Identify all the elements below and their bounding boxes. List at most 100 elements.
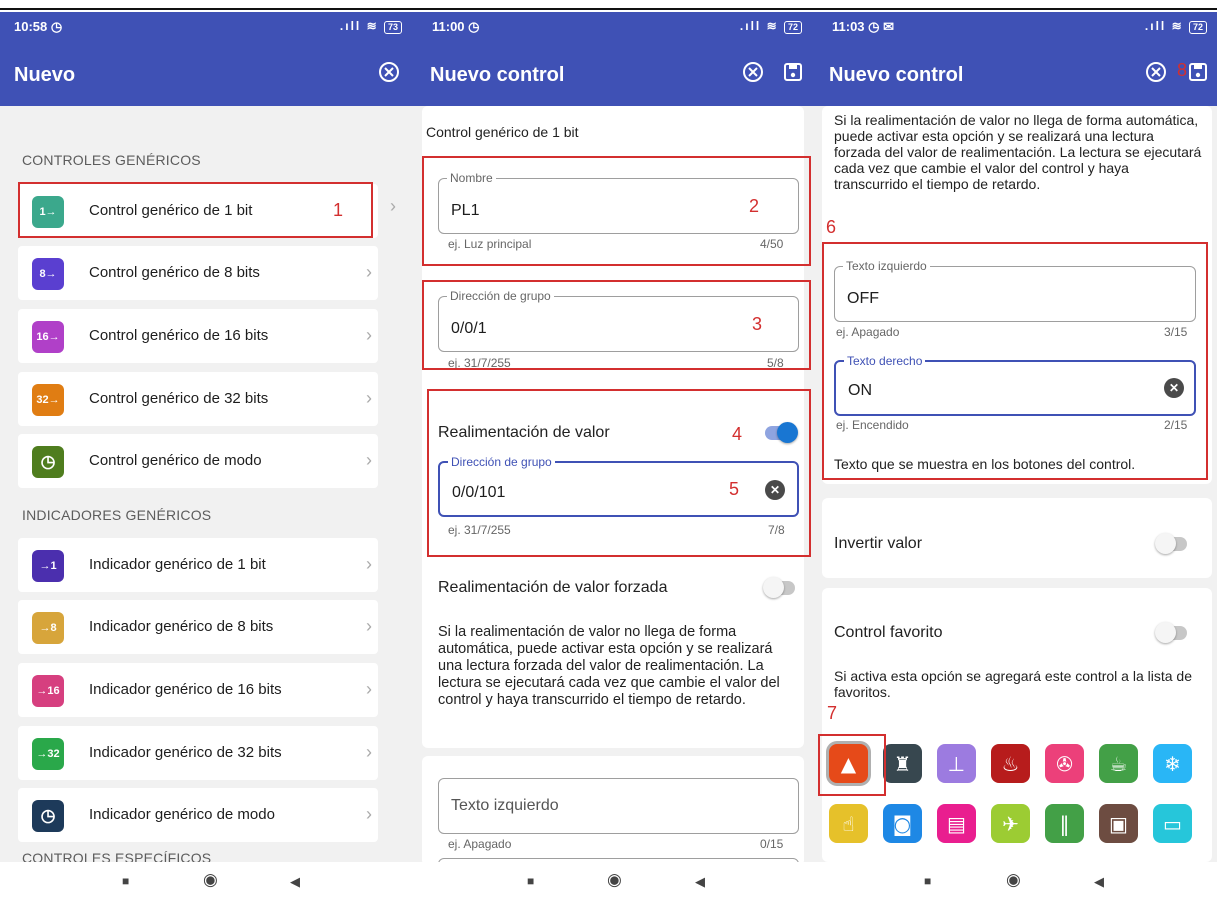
highlight-box-4-5	[427, 389, 811, 557]
system-nav-bar: ■ ◉ ◀	[0, 862, 412, 897]
monitor-icon[interactable]: ▭	[1153, 804, 1192, 843]
dishwasher-icon-glyph: ▣	[1109, 811, 1128, 836]
list-item-control-32bits[interactable]: 32→ Control genérico de 32 bits ›	[18, 372, 378, 426]
screen-new-control-scrolled: 11:03 ◷ ✉ .ıll ≋ 72 Nuevo control 8 Si l…	[812, 12, 1217, 897]
forced-feedback-description: Si la realimentación de valor no llega d…	[438, 624, 780, 708]
list-item-indicator-mode[interactable]: ◷ Indicador genérico de modo ›	[18, 788, 378, 842]
status-icons: .ıll ≋ 72	[740, 19, 802, 34]
favorite-description: Si activa esta opción se agregará este c…	[834, 668, 1192, 700]
fire-icon-glyph: ♨	[1001, 751, 1020, 776]
list-item-indicator-1bit[interactable]: →1 Indicador genérico de 1 bit ›	[18, 538, 378, 592]
close-icon[interactable]	[1143, 59, 1169, 85]
invert-value-toggle[interactable]	[1155, 533, 1187, 554]
list-item-label: Control genérico de 16 bits	[89, 327, 269, 344]
control-type-subtitle: Control genérico de 1 bit	[426, 124, 579, 140]
status-icons: .ıll ≋ 72	[1145, 19, 1207, 34]
monitor-icon-glyph: ▭	[1163, 811, 1182, 836]
status-time: 10:58 ◷	[14, 19, 63, 34]
left-text-field[interactable]: Texto izquierdo	[438, 778, 799, 834]
marker-5: 5	[729, 479, 740, 499]
awning-icon[interactable]: ▤	[937, 804, 976, 843]
list-item-control-mode[interactable]: ◷ Control genérico de modo ›	[18, 434, 378, 488]
highlight-box-7	[818, 734, 886, 796]
list-item-control-8bits[interactable]: 8→ Control genérico de 8 bits ›	[18, 246, 378, 300]
control-32bits-icon: 32→	[32, 384, 64, 416]
left-text-counter: 0/15	[760, 837, 784, 851]
dial-icon: ◷	[32, 800, 64, 832]
chevron-right-icon: ›	[366, 616, 372, 636]
save-icon[interactable]	[1185, 59, 1211, 85]
sprinkler-icon-glyph: ✈	[1002, 811, 1019, 836]
list-item-control-16bits[interactable]: 16→ Control genérico de 16 bits ›	[18, 309, 378, 363]
home-icon[interactable]: ◉	[203, 870, 218, 890]
section-header-generic-controls: CONTROLES GENÉRICOS	[22, 152, 201, 168]
list-item-label: Indicador genérico de modo	[89, 806, 275, 823]
washing-machine-icon[interactable]: ◙	[883, 804, 922, 843]
coffee-machine-icon[interactable]: ☕	[1099, 744, 1138, 783]
back-icon[interactable]: ◀	[695, 874, 705, 890]
blinds-icon[interactable]: ‖	[1045, 804, 1084, 843]
recents-icon[interactable]: ■	[122, 874, 129, 888]
snowflake-icon[interactable]: ❄	[1153, 744, 1192, 783]
dishwasher-icon[interactable]: ▣	[1099, 804, 1138, 843]
invert-value-label: Invertir valor	[834, 535, 923, 552]
highlight-box-1	[18, 182, 373, 238]
close-icon[interactable]	[740, 59, 766, 85]
fan-icon[interactable]: ✇	[1045, 744, 1084, 783]
top-divider-line	[0, 8, 1217, 10]
page-title: Nuevo control	[829, 64, 964, 86]
status-icons: .ıll ≋ 73	[340, 19, 402, 34]
form-content: Control genérico de 1 bit Nombre PL1 ej.…	[412, 106, 812, 862]
favorite-toggle[interactable]	[1155, 622, 1187, 643]
forced-feedback-label: Realimentación de valor forzada	[438, 579, 668, 596]
left-text-helper: ej. Apagado	[448, 837, 512, 851]
screen-new: 10:58 ◷ .ıll ≋ 73 Nuevo CONTROLES GENÉRI…	[0, 12, 412, 897]
coffee-machine-icon-glyph: ☕	[1109, 751, 1128, 776]
sprinkler-icon[interactable]: ✈	[991, 804, 1030, 843]
chevron-right-icon: ›	[366, 742, 372, 762]
marker-7: 7	[827, 703, 838, 723]
type-list: CONTROLES GENÉRICOS 1→ Control genérico …	[0, 106, 412, 862]
system-nav-bar: ■ ◉ ◀	[812, 862, 1217, 897]
tap-icon[interactable]: ☝	[829, 804, 868, 843]
garden-light-icon[interactable]: ♜	[883, 744, 922, 783]
battery-icon: 73	[383, 21, 402, 34]
recents-icon[interactable]: ■	[924, 874, 931, 888]
status-bar: 11:03 ◷ ✉ .ıll ≋ 72	[812, 12, 1217, 40]
chevron-right-icon: ›	[366, 804, 372, 824]
blinds-icon-glyph: ‖	[1059, 811, 1070, 836]
back-icon[interactable]: ◀	[290, 874, 300, 890]
status-time: 11:03 ◷ ✉	[832, 19, 894, 34]
home-icon[interactable]: ◉	[1006, 870, 1021, 890]
forced-feedback-description: Si la realimentación de valor no llega d…	[834, 112, 1202, 192]
list-item-indicator-8bits[interactable]: →8 Indicador genérico de 8 bits ›	[18, 600, 378, 654]
table-lamp-icon-glyph: ⊥	[947, 751, 966, 776]
page-title: Nuevo control	[430, 64, 565, 86]
system-nav-bar: ■ ◉ ◀	[412, 862, 812, 897]
washing-machine-icon-glyph: ◙	[892, 811, 913, 836]
status-bar: 10:58 ◷ .ıll ≋ 73	[0, 12, 412, 40]
save-icon[interactable]	[780, 59, 806, 85]
dial-icon: ◷	[32, 446, 64, 478]
chevron-right-icon: ›	[390, 196, 396, 216]
fan-icon-glyph: ✇	[1056, 751, 1073, 776]
forced-feedback-toggle[interactable]	[763, 577, 795, 598]
screen-new-control: 11:00 ◷ .ıll ≋ 72 Nuevo control Control …	[412, 12, 812, 897]
table-lamp-icon[interactable]: ⊥	[937, 744, 976, 783]
chevron-right-icon: ›	[366, 388, 372, 408]
recents-icon[interactable]: ■	[527, 874, 534, 888]
home-icon[interactable]: ◉	[607, 870, 622, 890]
back-icon[interactable]: ◀	[1094, 874, 1104, 890]
fire-icon[interactable]: ♨	[991, 744, 1030, 783]
list-item-label: Control genérico de 8 bits	[89, 264, 260, 281]
app-bar: Nuevo control	[412, 40, 812, 106]
list-item-label: Control genérico de 32 bits	[89, 390, 269, 407]
list-item-indicator-32bits[interactable]: →32 Indicador genérico de 32 bits ›	[18, 726, 378, 780]
close-icon[interactable]	[376, 59, 402, 85]
left-text-placeholder: Texto izquierdo	[451, 797, 559, 814]
app-bar: Nuevo control 8	[812, 40, 1217, 106]
status-bar: 11:00 ◷ .ıll ≋ 72	[412, 12, 812, 40]
list-item-indicator-16bits[interactable]: →16 Indicador genérico de 16 bits ›	[18, 663, 378, 717]
section-header-generic-indicators: INDICADORES GENÉRICOS	[22, 507, 212, 523]
awning-icon-glyph: ▤	[947, 811, 966, 836]
